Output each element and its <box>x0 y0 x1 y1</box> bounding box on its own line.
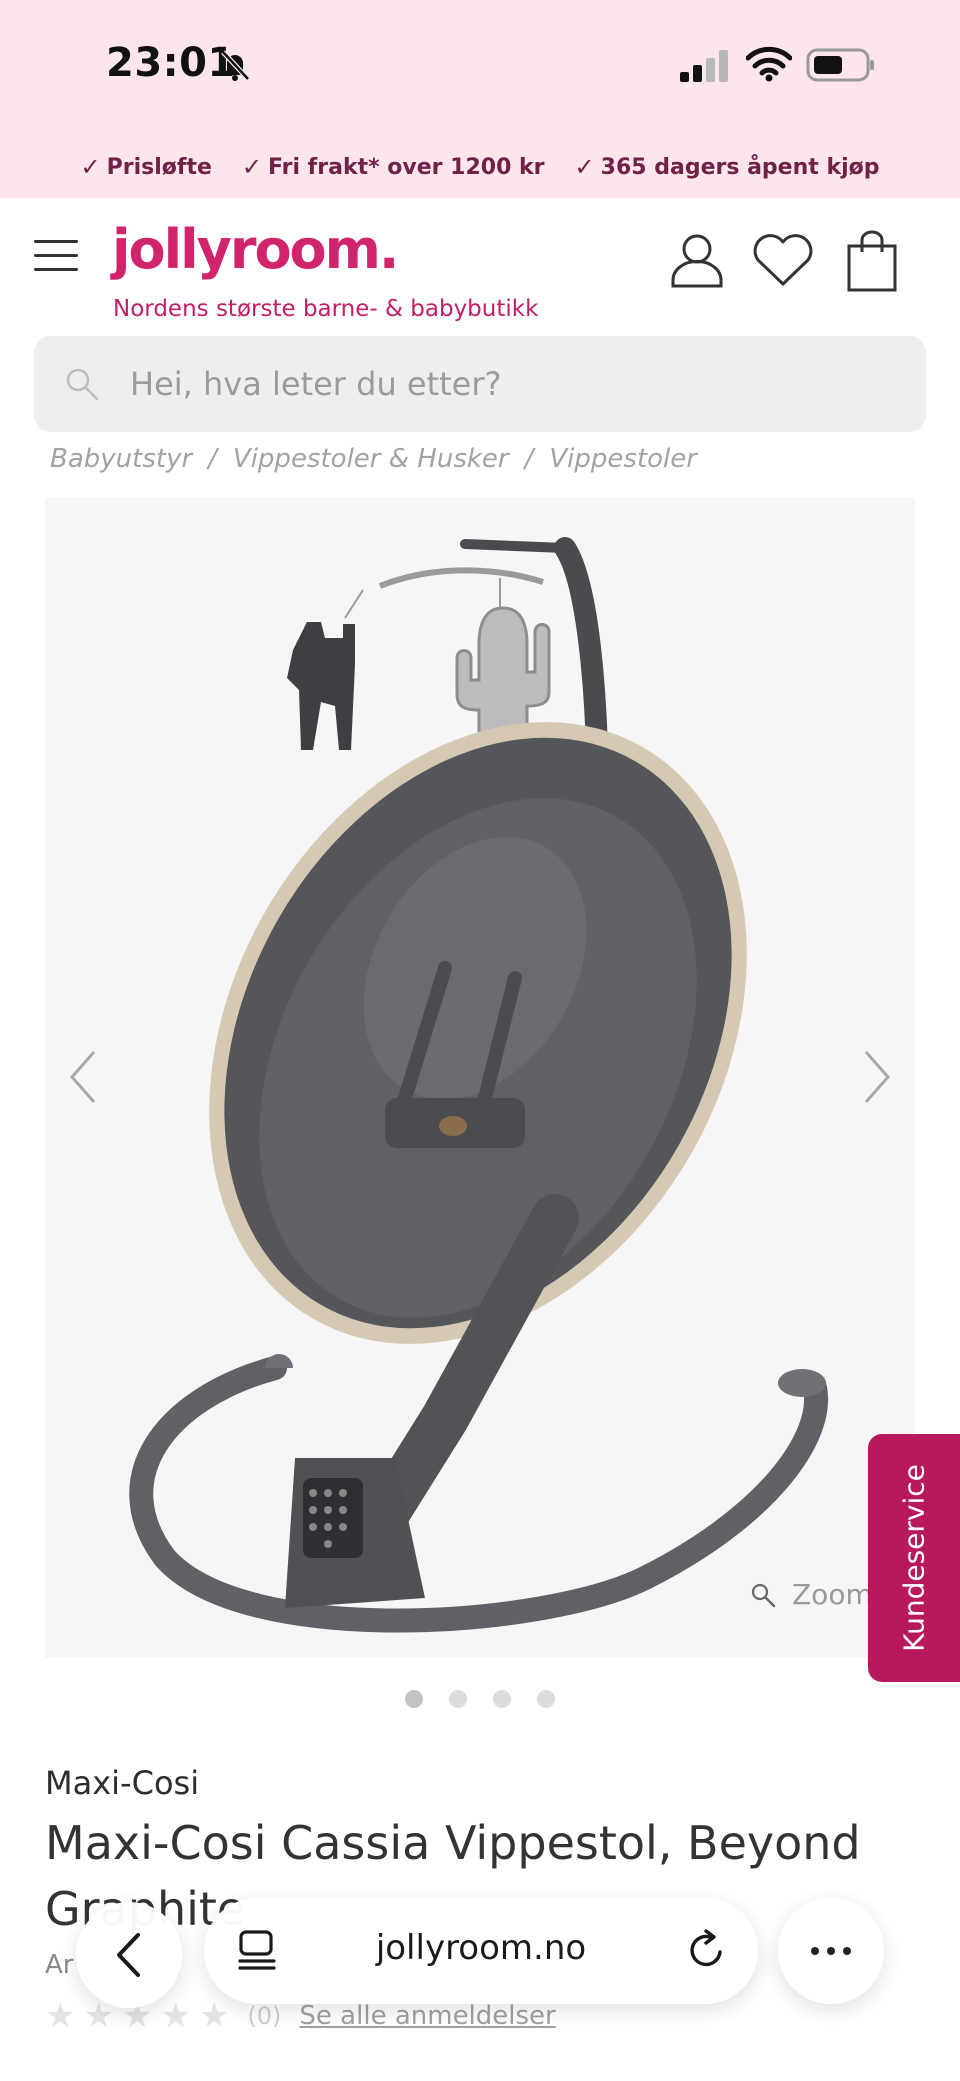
customer-service-tab[interactable]: Kundeservice <box>868 1434 960 1682</box>
promo-item: ✓ 365 dagers åpent kjøp <box>575 150 880 184</box>
breadcrumb-separator: / <box>524 444 534 474</box>
reload-icon[interactable] <box>686 1928 728 1972</box>
cart-bag-icon[interactable] <box>846 230 898 292</box>
breadcrumb: Babyutstyr / Vippestoler & Husker / Vippes… <box>50 444 697 474</box>
promo-label: 365 dagers åpent kjøp <box>600 154 880 180</box>
chevron-left-icon <box>117 1933 140 1977</box>
url-text[interactable]: jollyroom.no <box>204 1928 758 1968</box>
breadcrumb-item[interactable]: Babyutstyr <box>50 444 192 474</box>
browser-back-button[interactable] <box>76 1902 182 2008</box>
pagination-dot[interactable] <box>493 1690 511 1708</box>
battery-icon <box>806 48 874 82</box>
breadcrumb-separator: / <box>208 444 217 474</box>
product-image[interactable] <box>45 498 915 1658</box>
promo-bar: ✓ Prisløfte ✓ Fri frakt* over 1200 kr ✓ … <box>0 150 960 184</box>
customer-service-label: Kundeservice <box>897 1464 931 1652</box>
heart-icon[interactable] <box>752 232 814 288</box>
signal-icon <box>680 50 728 82</box>
promo-item: ✓ Fri frakt* over 1200 kr <box>242 150 545 184</box>
search-icon <box>66 368 99 401</box>
promo-label: Prisløfte <box>106 154 212 180</box>
magnifier-icon <box>751 1583 776 1607</box>
gallery-pagination <box>0 1690 960 1708</box>
article-number: Ar <box>45 1950 74 1980</box>
dot <box>843 1947 851 1955</box>
dot <box>811 1947 819 1955</box>
star-icon: ★ <box>45 1996 76 2036</box>
wifi-icon <box>746 46 792 82</box>
status-time: 23:01 <box>106 40 236 86</box>
more-options-button[interactable] <box>778 1898 884 2004</box>
tagline: Nordens største barne- & babybutikk <box>113 296 539 322</box>
user-icon[interactable] <box>670 232 724 288</box>
reviews-link[interactable]: Se alle anmeldelser <box>299 2001 555 2031</box>
pagination-dot[interactable] <box>449 1690 467 1708</box>
logo[interactable]: jollyroom. <box>112 218 399 281</box>
zoom-button[interactable]: Zoom <box>750 1578 873 1611</box>
star-icon: ★ <box>198 1996 230 2036</box>
dot <box>827 1947 835 1955</box>
previous-image-arrow-icon[interactable] <box>68 1050 98 1104</box>
star-icon: ★ <box>160 1996 191 2036</box>
bell-off-icon <box>221 50 250 81</box>
next-image-arrow-icon[interactable] <box>862 1050 892 1104</box>
promo-label: Fri frakt* over 1200 kr <box>268 154 545 180</box>
address-bar[interactable]: jollyroom.no <box>204 1898 758 2004</box>
breadcrumb-item[interactable]: Vippestoler & Husker <box>233 444 509 474</box>
zoom-label: Zoom <box>792 1578 873 1611</box>
product-image-gallery[interactable] <box>45 498 915 1658</box>
check-icon: ✓ <box>574 153 595 181</box>
rating-count: (0) <box>247 2002 282 2030</box>
check-icon: ✓ <box>80 153 101 181</box>
product-brand[interactable]: Maxi-Cosi <box>45 1764 199 1802</box>
search-bar[interactable] <box>34 336 926 432</box>
menu-icon[interactable] <box>34 240 78 272</box>
pagination-dot-active[interactable] <box>405 1690 423 1708</box>
check-icon: ✓ <box>241 153 263 181</box>
breadcrumb-item[interactable]: Vippestoler <box>549 444 697 474</box>
search-input[interactable] <box>130 365 850 403</box>
pagination-dot[interactable] <box>537 1690 555 1708</box>
promo-item: ✓ Prisløfte <box>81 150 212 184</box>
